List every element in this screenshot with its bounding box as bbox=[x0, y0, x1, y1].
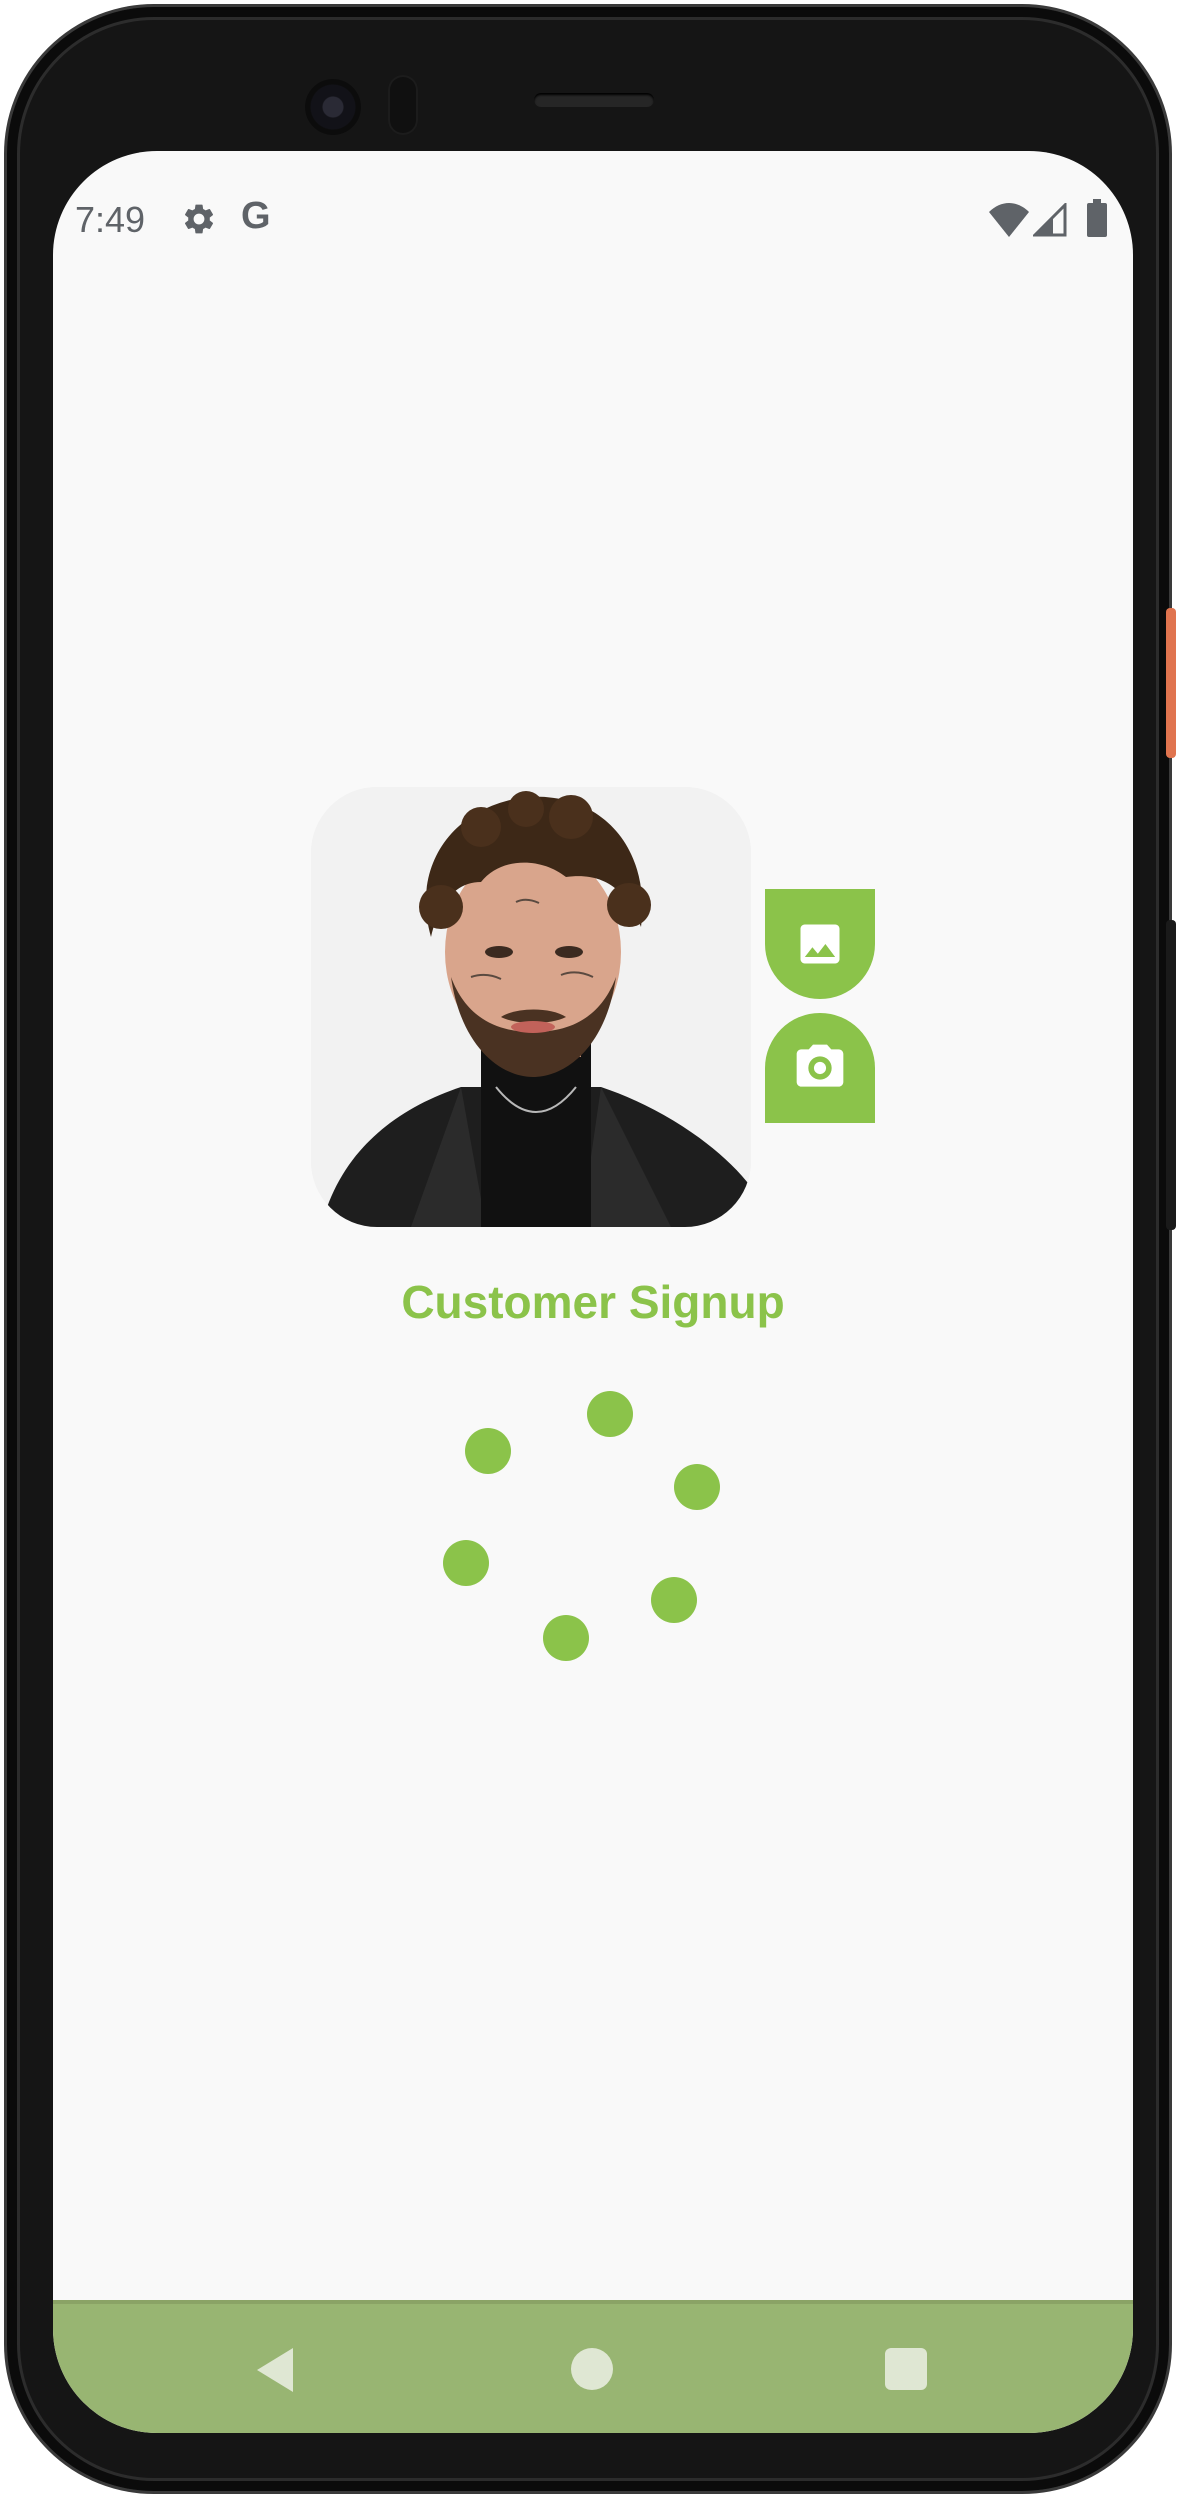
spinner-dot bbox=[443, 1540, 489, 1586]
back-button[interactable] bbox=[257, 2348, 293, 2392]
battery-icon bbox=[1087, 199, 1107, 237]
profile-photo[interactable] bbox=[311, 787, 751, 1227]
recents-button[interactable] bbox=[885, 2348, 927, 2390]
camera-icon bbox=[796, 1044, 844, 1087]
camera-button[interactable] bbox=[765, 1013, 875, 1123]
spinner-dot bbox=[465, 1428, 511, 1474]
spinner-dot bbox=[674, 1464, 720, 1510]
google-icon: G bbox=[241, 195, 271, 237]
settings-icon bbox=[184, 204, 214, 234]
earpiece-speaker bbox=[534, 93, 654, 107]
screen: 7:49 G Customer Signup bbox=[53, 151, 1133, 2433]
phone-frame: 7:49 G Customer Signup bbox=[4, 4, 1172, 2494]
spinner-dot bbox=[587, 1391, 633, 1437]
power-button bbox=[1166, 608, 1176, 758]
loading-spinner bbox=[443, 1391, 743, 1691]
status-bar: 7:49 G bbox=[53, 151, 1133, 291]
spinner-dot bbox=[543, 1615, 589, 1661]
signal-icon bbox=[1033, 203, 1067, 237]
home-button[interactable] bbox=[571, 2348, 613, 2390]
navigation-bar bbox=[53, 2300, 1133, 2433]
status-time: 7:49 bbox=[75, 199, 146, 240]
gallery-button[interactable] bbox=[765, 889, 875, 999]
profile-photo-image bbox=[311, 787, 751, 1227]
volume-button bbox=[1166, 920, 1176, 1230]
wifi-icon bbox=[989, 203, 1029, 237]
spinner-dot bbox=[651, 1577, 697, 1623]
page-title: Customer Signup bbox=[401, 1276, 785, 1328]
image-icon bbox=[800, 924, 840, 964]
proximity-sensor bbox=[388, 75, 418, 135]
front-camera bbox=[305, 79, 361, 135]
